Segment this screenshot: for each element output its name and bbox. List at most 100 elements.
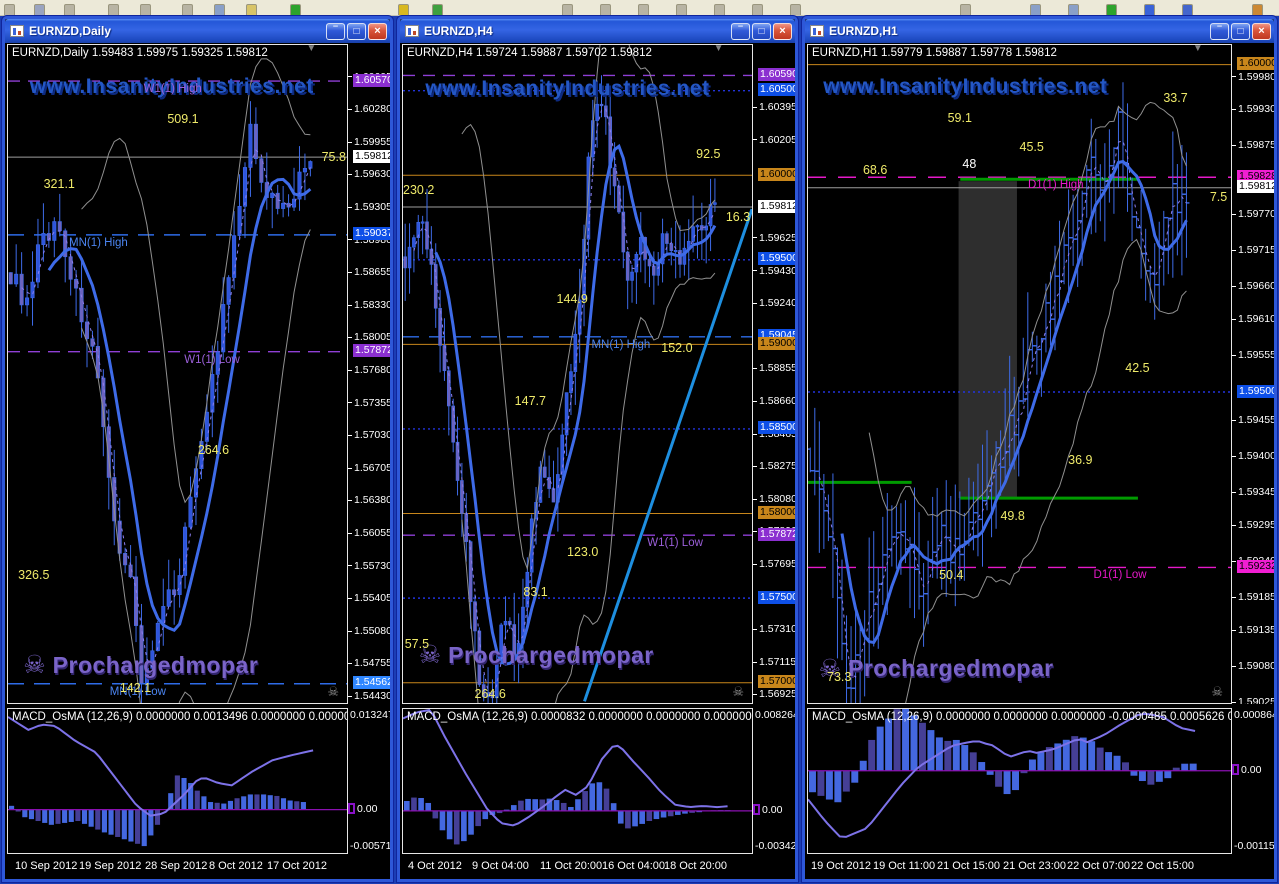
arrow-down-icon[interactable] [398, 4, 409, 15]
timeframe-m30-icon[interactable] [676, 4, 687, 15]
macd-scale[interactable]: 0.000864 0.00 -0.00115 [1232, 708, 1274, 854]
timeframe-m5-icon[interactable] [600, 4, 611, 15]
candle-body [595, 103, 599, 121]
autotrading-icon[interactable] [432, 4, 443, 15]
macd-histogram-bar [425, 802, 432, 811]
indicators-icon[interactable] [960, 4, 971, 15]
macd-scale[interactable]: 0.013247 0.00 -0.00571 [348, 708, 390, 854]
time-axis[interactable]: 19 Oct 2012 19 Oct 11:00 21 Oct 15:00 21 Oc… [807, 855, 1274, 879]
timeframe-h4-icon[interactable] [752, 4, 763, 15]
close-button[interactable]: × [368, 22, 387, 40]
timeframe-h1-icon[interactable] [714, 4, 725, 15]
candle-body [232, 235, 237, 278]
chart-profile-icon[interactable] [34, 4, 45, 15]
text-label-icon[interactable] [214, 4, 225, 15]
candle-body [451, 405, 455, 443]
macd-histogram-bar [475, 810, 481, 827]
macd-histogram-bar [135, 809, 141, 844]
maximize-button[interactable]: □ [347, 22, 366, 40]
new-chart-icon[interactable] [4, 4, 15, 15]
price-scale[interactable]: 1.59980 1.59930 1.59875 1.59770 1.59715 1.596… [1232, 44, 1274, 704]
price-scale[interactable]: 1.606051.602801.599551.596301.593051.589… [348, 44, 390, 704]
macd-histogram-bar [1088, 741, 1096, 771]
cascade-icon[interactable] [1068, 4, 1079, 15]
pip-annotation: 264.6 [197, 443, 230, 458]
pip-annotation: 7.5 [1209, 189, 1228, 204]
timeframe-m15-icon[interactable] [638, 4, 649, 15]
timeframe-m1-icon[interactable] [562, 4, 573, 15]
close-button[interactable]: × [773, 22, 792, 40]
macd-histogram-bar [610, 803, 617, 811]
candle-body [275, 192, 280, 209]
window-titlebar[interactable]: EURNZD,Daily ‾ □ × [5, 19, 390, 43]
last-bar-marker-icon: ▼ [306, 44, 317, 54]
price-tick: 1.59875 [1232, 139, 1274, 151]
minimize-button[interactable]: ‾ [731, 22, 750, 40]
macd-histogram-bar [910, 715, 918, 771]
price-scale[interactable]: 1.60395 1.60205 1.59625 1.59430 1.59240 1.588… [753, 44, 795, 704]
macd-scale[interactable]: 0.008264 0.00 -0.00342 [753, 708, 795, 854]
window-title: EURNZD,H4 [424, 24, 493, 38]
time-axis-label: 19 Oct 2012 [811, 860, 871, 872]
macd-plot-area[interactable]: MACD_OsMA (12,26,9) 0.0000000 0.0000000 … [807, 708, 1232, 854]
pip-annotation: 83.1 [523, 584, 548, 599]
macd-histogram-bar [1164, 770, 1172, 779]
macd-histogram-bar [1130, 770, 1138, 776]
macd-histogram-bar [221, 803, 227, 810]
price-tick: 1.59715 [1232, 244, 1274, 256]
candle-body [612, 167, 617, 187]
help-icon[interactable] [1252, 4, 1263, 15]
maximize-button[interactable]: □ [1231, 22, 1250, 40]
refresh-icon[interactable] [1144, 4, 1155, 15]
macd-plot-area[interactable]: MACD_OsMA (12,26,9) 0.0000000 0.0013496 … [7, 708, 348, 854]
minimize-all-icon[interactable] [1182, 4, 1193, 15]
tile-windows-icon[interactable] [1030, 4, 1041, 15]
macd-zero-label: 0.00 [1232, 764, 1261, 776]
crosshair-icon[interactable] [108, 4, 119, 15]
macd-plot-area[interactable]: MACD_OsMA (12,26,9) 0.0000832 0.0000000 … [402, 708, 753, 854]
time-axis[interactable]: 4 Oct 2012 9 Oct 04:00 11 Oct 20:00 16 Oct … [402, 855, 795, 879]
macd-histogram-bar [510, 805, 517, 811]
pip-annotation: 92.5 [696, 146, 721, 161]
zoom-in-icon[interactable] [246, 4, 257, 15]
candle-body [19, 273, 24, 306]
new-order-icon[interactable] [290, 4, 301, 15]
macd-histogram-bar [617, 810, 624, 824]
macd-zero-label: 0.00 [753, 804, 782, 816]
price-chart-pane: www.InsanityIndustries.net ☠ Prochargedm… [400, 43, 795, 705]
macd-histogram-bar [482, 810, 489, 820]
window-titlebar[interactable]: EURNZD,H4 ‾ □ × [400, 19, 795, 43]
minimize-button[interactable]: ‾ [326, 22, 345, 40]
macd-histogram-bar [1012, 770, 1019, 791]
macd-histogram-bar [261, 794, 267, 810]
close-button[interactable]: × [1252, 22, 1271, 40]
candle-body [270, 192, 275, 198]
candle-body [166, 589, 171, 607]
macd-histogram-bar [575, 799, 581, 811]
brand-watermark: ☠ Prochargedmopar [23, 650, 258, 680]
add-indicator-icon[interactable] [1106, 4, 1117, 15]
price-plot-area[interactable]: www.InsanityIndustries.net ☠ Prochargedm… [7, 44, 348, 704]
macd-histogram-bar [1105, 752, 1113, 771]
price-plot-area[interactable]: www.InsanityIndustries.net ☠ Prochargedm… [402, 44, 753, 704]
candle-body [429, 248, 434, 265]
timeframe-d1-icon[interactable] [790, 4, 801, 15]
quote-line: EURNZD,H1 1.59779 1.59887 1.59778 1.5981… [812, 47, 1057, 59]
draw-line-icon[interactable] [140, 4, 151, 15]
pip-annotation: 45.5 [1019, 140, 1044, 155]
fibonacci-icon[interactable] [182, 4, 193, 15]
maximize-button[interactable]: □ [752, 22, 771, 40]
minimize-button[interactable]: ‾ [1210, 22, 1229, 40]
trend-line[interactable] [583, 208, 752, 702]
macd-histogram-bar [995, 770, 1003, 787]
price-tag: 1.59000 [758, 336, 795, 350]
price-tag: 1.60500 [758, 83, 795, 97]
price-plot-area[interactable]: www.InsanityIndustries.net ☠ Prochargedm… [807, 44, 1232, 704]
window-titlebar[interactable]: EURNZD,H1 ‾ □ × [805, 19, 1274, 43]
pip-annotation: 326.5 [18, 568, 50, 583]
last-bar-marker-icon: ▼ [1192, 44, 1203, 54]
macd-histogram-bar [1122, 762, 1129, 771]
macd-histogram-bar [1003, 770, 1011, 795]
time-axis[interactable]: 10 Sep 2012 19 Sep 2012 28 Sep 2012 8 Oct 2… [7, 855, 390, 879]
cursor-icon[interactable] [64, 4, 75, 15]
